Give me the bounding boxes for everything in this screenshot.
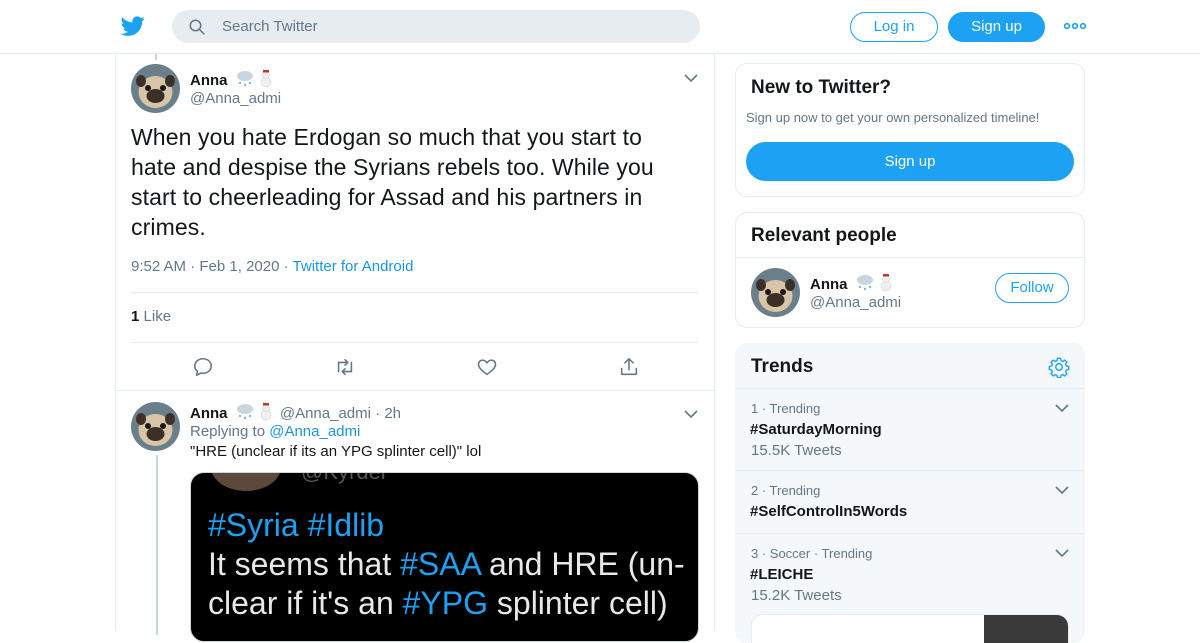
trend-count: 15.2K Tweets	[751, 587, 842, 604]
trend-name[interactable]: #SaturdayMorning	[750, 421, 882, 438]
share-icon[interactable]	[618, 356, 640, 378]
author-name[interactable]: Anna	[190, 70, 276, 89]
chevron-down-icon[interactable]	[684, 409, 698, 419]
thread-line	[156, 455, 158, 635]
trend-thumbnail	[984, 615, 1068, 643]
divider	[131, 292, 699, 293]
trend-name[interactable]: #LEICHE	[750, 566, 813, 583]
author-handle[interactable]: @Anna_admi	[190, 90, 281, 107]
trends-panel: Trends 1 · Trending #SaturdayMorning 15.…	[735, 343, 1085, 643]
trend-media-card[interactable]	[751, 614, 1069, 643]
person-name[interactable]: Anna	[810, 274, 896, 293]
media-hashtag: #YPG	[402, 585, 488, 621]
follow-button[interactable]: Follow	[995, 273, 1069, 303]
tweet-media-image[interactable]: @Kyrdel #Syria #Idlib It seems that #SAA…	[190, 472, 699, 642]
person-handle[interactable]: @Anna_admi	[810, 294, 901, 311]
meta-separator: ·	[190, 258, 200, 275]
reply-text: "HRE (unclear if its an YPG splinter cel…	[190, 443, 482, 460]
tweet-time[interactable]: 9:52 AM	[131, 258, 186, 275]
trend-item[interactable]: 1 · Trending #SaturdayMorning 15.5K Twee…	[735, 388, 1085, 470]
tweet-age[interactable]: 2h	[384, 405, 401, 422]
chevron-down-icon[interactable]	[684, 73, 698, 83]
more-options-icon[interactable]	[1064, 20, 1086, 32]
trend-item[interactable]: 2 · Trending #SelfControlIn5Words	[735, 470, 1085, 533]
media-text: splinter cell)	[488, 585, 668, 621]
like-count-link[interactable]: 1 Like	[131, 308, 171, 325]
media-line-2: It seems that #SAA and HRE (un-	[208, 546, 685, 583]
new-to-twitter-description: Sign up now to get your own personalized…	[746, 110, 1040, 125]
search-box[interactable]	[172, 10, 700, 43]
meta-separator: ·	[283, 258, 293, 275]
avatar[interactable]	[131, 402, 180, 451]
replying-to: Replying to @Anna_admi	[190, 423, 360, 440]
search-input[interactable]	[222, 10, 682, 43]
reply-icon[interactable]	[192, 356, 214, 378]
media-text: clear if it's an	[208, 585, 403, 621]
main-tweet[interactable]: Anna @Anna_admi When you hate Erdogan so…	[116, 54, 714, 391]
snow-cloud-icon	[236, 403, 271, 421]
tweet-text: When you hate Erdogan so much that you s…	[131, 124, 654, 240]
divider	[131, 342, 699, 343]
trend-context: 1 · Trending	[751, 401, 821, 416]
media-hashtag: #SAA	[400, 546, 481, 582]
relevant-people-title: Relevant people	[751, 225, 897, 246]
relevant-people-card: Relevant people Anna @Anna_admi Follow	[735, 212, 1085, 328]
twitter-logo-icon[interactable]	[120, 14, 146, 38]
avatar[interactable]	[751, 268, 800, 317]
trend-context: 2 · Trending	[751, 483, 821, 498]
chevron-down-icon[interactable]	[1055, 403, 1069, 413]
timeline-column: Anna @Anna_admi When you hate Erdogan so…	[115, 54, 715, 642]
media-faded-handle: @Kyrdel	[301, 473, 386, 485]
trend-count: 15.5K Tweets	[751, 442, 842, 459]
like-icon[interactable]	[476, 356, 498, 378]
new-to-twitter-card: New to Twitter? Sign up now to get your …	[735, 63, 1085, 197]
retweet-icon[interactable]	[334, 356, 356, 378]
login-button[interactable]: Log in	[850, 12, 938, 42]
media-text: It seems that	[208, 546, 401, 582]
signup-button[interactable]: Sign up	[948, 12, 1045, 42]
like-label: Like	[143, 308, 172, 325]
trend-context: 3 · Soccer · Trending	[751, 546, 873, 561]
chevron-down-icon[interactable]	[1055, 485, 1069, 495]
author-name[interactable]: Anna	[190, 405, 228, 422]
trends-title: Trends	[751, 356, 814, 377]
divider	[736, 257, 1084, 258]
media-line-1: #Syria #Idlib	[208, 507, 384, 544]
media-avatar-fragment	[211, 473, 281, 491]
author-handle[interactable]: @Anna_admi	[280, 405, 371, 422]
meta-separator: ·	[375, 405, 385, 422]
replying-prefix: Replying to	[190, 423, 266, 440]
like-count: 1	[131, 308, 140, 325]
search-icon	[189, 19, 205, 35]
author-name-text[interactable]: Anna	[190, 72, 228, 89]
tweet-date[interactable]: Feb 1, 2020	[199, 258, 279, 275]
snow-cloud-icon	[236, 70, 271, 88]
gear-icon[interactable]	[1048, 356, 1070, 378]
tweet-meta: 9:52 AM · Feb 1, 2020 · Twitter for Andr…	[131, 258, 413, 275]
media-line-3: clear if it's an #YPG splinter cell)	[208, 585, 668, 622]
top-bar: Log in Sign up	[0, 0, 1200, 54]
person-name-text[interactable]: Anna	[810, 276, 848, 293]
avatar[interactable]	[131, 64, 180, 113]
media-text: and HRE (un-	[480, 546, 685, 582]
sidebar-signup-button[interactable]: Sign up	[746, 142, 1074, 181]
replying-to-link[interactable]: @Anna_admi	[269, 423, 360, 440]
chevron-down-icon[interactable]	[1055, 548, 1069, 558]
trend-name[interactable]: #SelfControlIn5Words	[750, 503, 907, 520]
reply-tweet[interactable]: Anna @Anna_admi · 2h Replying to @Anna_a…	[116, 391, 714, 642]
snow-cloud-icon	[856, 274, 891, 292]
media-hashtag: #Idlib	[307, 507, 385, 543]
media-hashtag: #Syria	[208, 507, 299, 543]
reply-header: Anna @Anna_admi · 2h	[190, 403, 401, 422]
new-to-twitter-title: New to Twitter?	[751, 77, 892, 98]
tweet-source-link[interactable]: Twitter for Android	[293, 258, 414, 275]
